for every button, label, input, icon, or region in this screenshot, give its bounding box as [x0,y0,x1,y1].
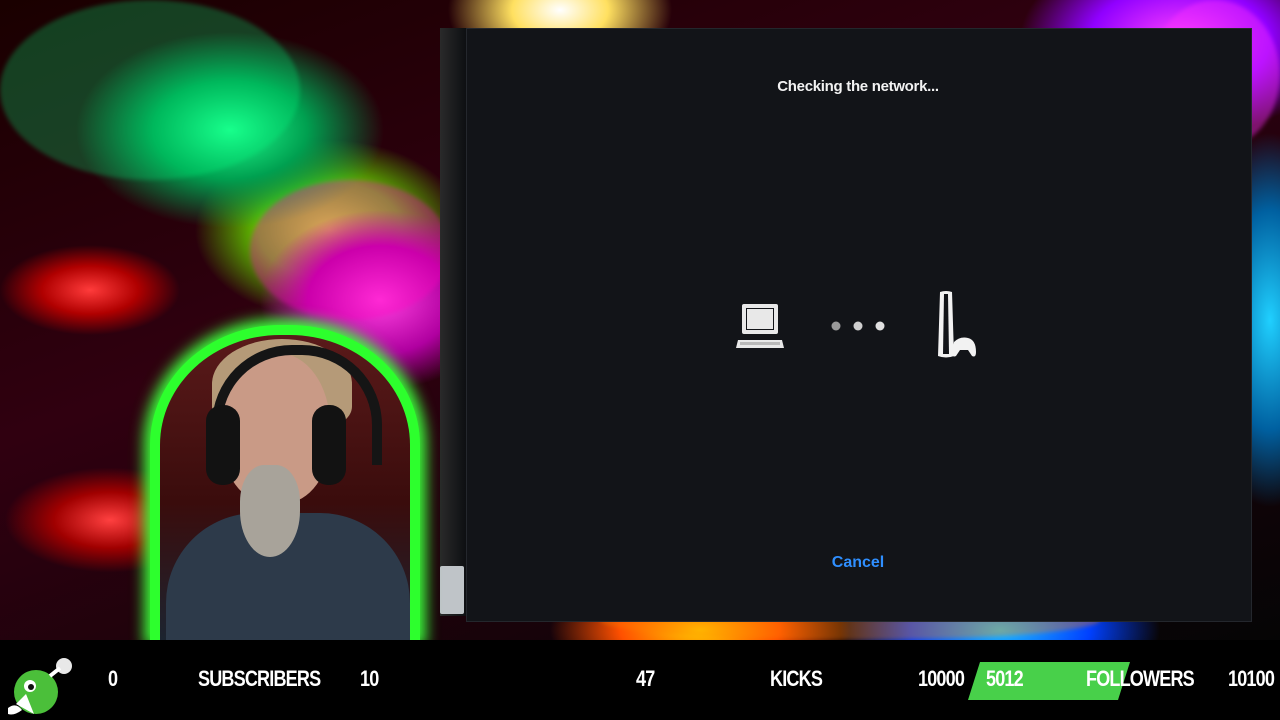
ps5-console-icon [938,291,976,358]
dialog-title: Checking the network... [777,78,939,95]
followers-current: 5012 [986,666,1024,691]
headphone-left [206,405,240,485]
monitor-frame-notch [440,566,464,614]
pc-icon [736,304,784,348]
streamer-beard [240,465,300,557]
kicks-goal: 10000 [918,666,965,691]
webcam-overlay [150,325,420,640]
subscribers-current: 0 [108,666,118,691]
subscribers-label: SUBSCRIBERS [198,666,321,691]
headphone-right [312,405,346,485]
cancel-button-label: Cancel [831,554,885,571]
followers-label: FOLLOWERS [1086,666,1195,691]
monitor-frame [440,28,466,616]
followers-goal: 10100 [1228,666,1275,691]
progress-dots-icon [831,321,885,331]
cancel-button[interactable]: Cancel [466,554,1250,572]
kicks-current: 47 [636,666,655,691]
mascot-logo-icon [8,658,72,715]
subscribers-goal: 10 [360,666,379,691]
kicks-label: KICKS [770,666,823,691]
